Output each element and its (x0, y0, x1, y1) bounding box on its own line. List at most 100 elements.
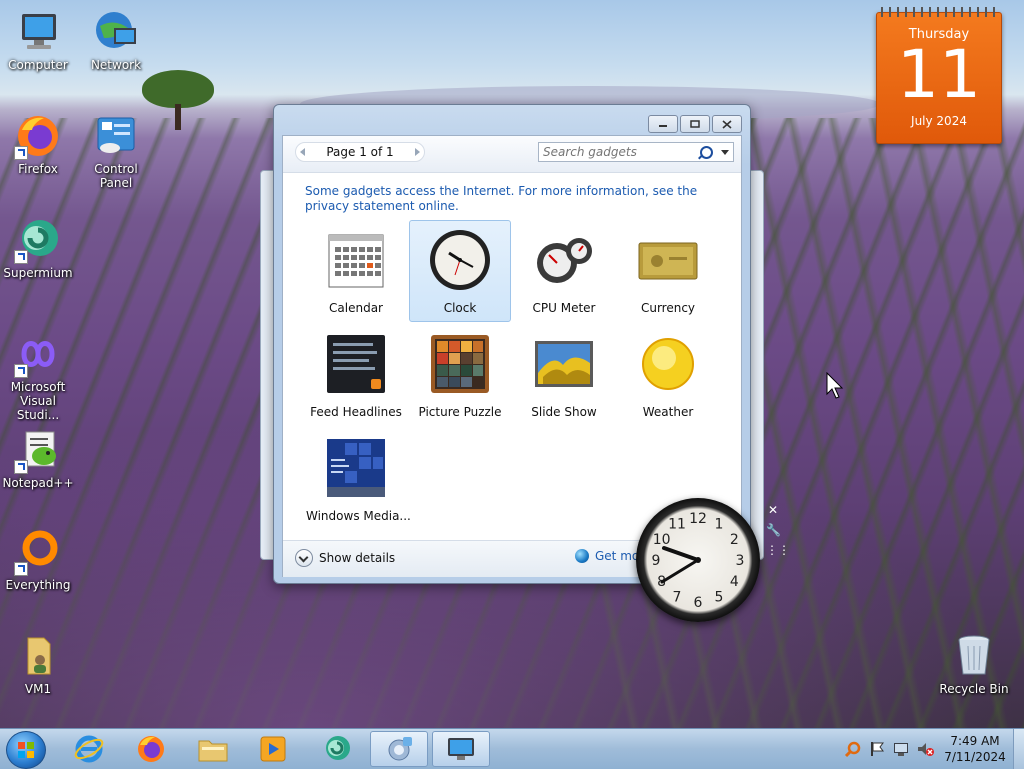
gadget-currency[interactable]: Currency (617, 220, 719, 322)
search-icon[interactable] (844, 740, 862, 758)
desktop-icon-label: Everything (5, 578, 71, 592)
mouse-cursor-icon (826, 371, 846, 403)
restore-button[interactable] (680, 115, 710, 133)
slide-show-icon (533, 333, 595, 395)
gadget-weather[interactable]: Weather (617, 324, 719, 426)
desktop-icon-label: Recycle Bin (939, 682, 1009, 696)
clock-numeral: 10 (653, 532, 671, 548)
gadget-clock[interactable]: Clock (409, 220, 511, 322)
gadget-toolbar: ✕ 🔧 ⋮⋮ (766, 500, 790, 560)
desktop-icon-recycle-bin[interactable]: Recycle Bin (936, 632, 1012, 696)
clock-numeral: 4 (730, 574, 739, 590)
close-icon[interactable]: ✕ (766, 500, 780, 520)
search-box (538, 142, 734, 162)
computer-icon (14, 8, 62, 56)
start-button[interactable] (6, 731, 46, 769)
drag-handle-icon[interactable]: ⋮⋮ (766, 540, 790, 560)
desktop-icon-notepad-plus-plus[interactable]: Notepad++ (0, 426, 76, 490)
clock-numeral: 7 (673, 589, 682, 605)
desktop-icon-label: Computer (8, 58, 68, 72)
gadget-picture-puzzle[interactable]: Picture Puzzle (409, 324, 511, 426)
control-panel-icon (92, 112, 140, 160)
volume-muted-icon[interactable] (916, 740, 934, 758)
calendar-rings (881, 7, 997, 17)
gadgets-icon (388, 737, 412, 761)
shortcut-arrow-icon (14, 364, 28, 378)
gadget-feed-headlines[interactable]: Feed Headlines (305, 324, 407, 426)
folder-icon (198, 740, 228, 762)
desktop-icon-firefox[interactable]: Firefox (0, 112, 76, 176)
desktop-icon-vm1[interactable]: VM1 (0, 632, 76, 696)
show-desktop-button[interactable] (1013, 729, 1024, 769)
window-controls (648, 115, 742, 133)
shortcut-arrow-icon (14, 146, 28, 160)
taskbar-firefox[interactable] (124, 731, 178, 767)
taskbar-clock[interactable]: 7:49 AM 7/11/2024 (940, 733, 1010, 765)
taskbar-gadgets[interactable] (370, 731, 428, 767)
clock-gadget[interactable]: 121234567891011 (636, 498, 760, 622)
chevron-down-icon[interactable] (721, 150, 729, 155)
action-center-flag-icon[interactable] (868, 740, 886, 758)
firefox-icon (14, 112, 62, 160)
desktop-icon-computer[interactable]: Computer (0, 8, 76, 72)
clock-date: 7/11/2024 (944, 750, 1006, 764)
gadget-label: Clock (443, 301, 477, 315)
remote-desktop-icon (448, 738, 474, 760)
privacy-notice-link[interactable]: Some gadgets access the Internet. For mo… (305, 184, 725, 214)
search-icon[interactable] (700, 146, 713, 159)
show-details-button[interactable]: Show details (295, 549, 395, 567)
clock-numeral: 3 (736, 553, 745, 569)
close-button[interactable] (712, 115, 742, 133)
gadget-label: Weather (642, 405, 694, 419)
shortcut-arrow-icon (14, 562, 28, 576)
show-details-label: Show details (319, 551, 396, 565)
globe-icon (575, 549, 589, 563)
visual-studio-icon (14, 330, 62, 378)
calendar-gadget[interactable]: Thursday 11 July 2024 (876, 7, 1002, 144)
next-page-icon[interactable] (415, 148, 420, 156)
desktop-icon-visual-studio[interactable]: Microsoft Visual Studi... (0, 330, 76, 422)
clock-numeral: 5 (715, 589, 724, 605)
taskbar-windows-explorer[interactable] (186, 731, 240, 767)
previous-page-icon[interactable] (300, 148, 305, 156)
desktop-icon-label: Control Panel (94, 162, 138, 190)
taskbar-supermium[interactable] (310, 731, 364, 767)
calendar-day-number: 11 (897, 36, 981, 113)
supermium-icon (326, 736, 350, 760)
network-tray-icon[interactable] (892, 740, 910, 758)
gadget-windows-media-center[interactable]: Windows Media... (305, 428, 411, 530)
search-input[interactable] (543, 144, 693, 160)
windows-logo-icon (18, 742, 34, 758)
gadget-label: Picture Puzzle (418, 405, 502, 419)
taskbar-internet-explorer[interactable] (62, 731, 116, 767)
internet-explorer-icon (74, 735, 104, 763)
desktop-icon-control-panel[interactable]: Control Panel (78, 112, 154, 190)
taskbar-remote-desktop[interactable] (432, 731, 490, 767)
gadget-calendar[interactable]: Calendar (305, 220, 407, 322)
wrench-icon[interactable]: 🔧 (766, 520, 781, 540)
gadget-label: CPU Meter (532, 301, 596, 315)
recycle-bin-icon (950, 632, 998, 680)
clock-icon (429, 229, 491, 291)
weather-sun-icon (637, 333, 699, 395)
system-tray: 7:49 AM 7/11/2024 (844, 729, 1024, 769)
gadget-cpu-meter[interactable]: CPU Meter (513, 220, 615, 322)
clock-numeral: 11 (668, 517, 686, 533)
cpu-meter-icon (533, 229, 595, 291)
calendar-icon (325, 229, 387, 291)
windows-media-center-icon (325, 437, 387, 499)
gadget-label: Calendar (329, 301, 383, 315)
calendar-month-year: July 2024 (911, 114, 967, 128)
taskbar-media-player[interactable] (246, 731, 300, 767)
clock-face: 121234567891011 (652, 511, 745, 611)
desktop-icon-network[interactable]: Network (78, 8, 154, 72)
desktop-icon-label: Firefox (18, 162, 58, 176)
clock-time: 7:49 AM (950, 734, 1000, 748)
desktop-icon-everything[interactable]: Everything (0, 528, 76, 592)
desktop-icon-label: Network (90, 58, 142, 72)
firefox-icon (138, 736, 164, 762)
gadget-slide-show[interactable]: Slide Show (513, 324, 615, 426)
clock-numeral: 1 (715, 517, 724, 533)
desktop-icon-supermium[interactable]: Supermium (0, 216, 76, 280)
minimize-button[interactable] (648, 115, 678, 133)
